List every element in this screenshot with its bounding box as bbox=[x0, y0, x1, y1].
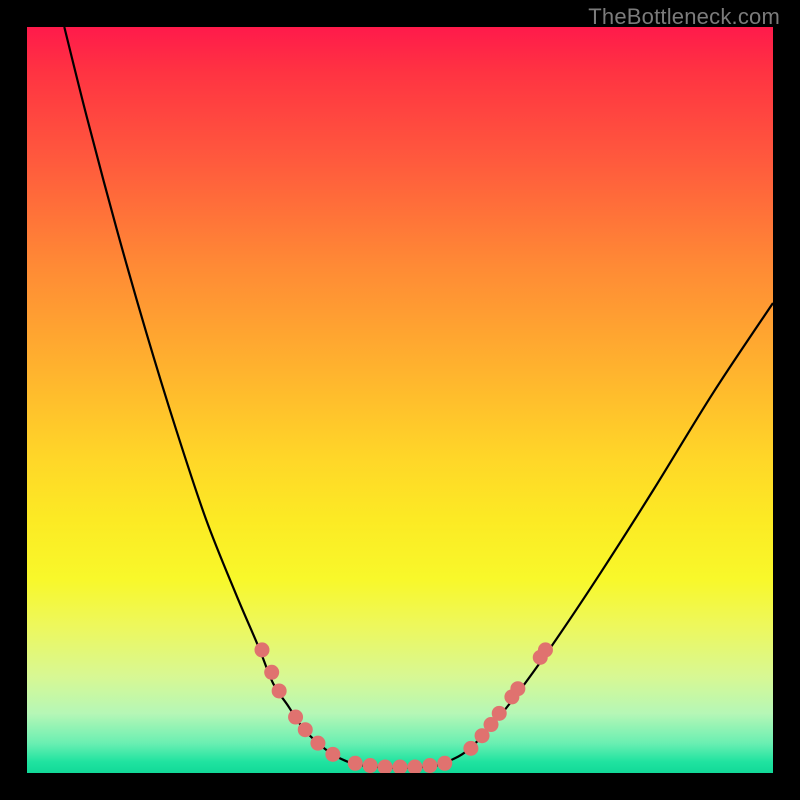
marker-dot bbox=[325, 747, 340, 762]
marker-dot bbox=[378, 760, 393, 773]
marker-dot bbox=[264, 665, 279, 680]
marker-dot bbox=[437, 756, 452, 771]
marker-dot bbox=[310, 736, 325, 751]
outer-frame: TheBottleneck.com bbox=[0, 0, 800, 800]
marker-group bbox=[254, 642, 552, 773]
watermark-text: TheBottleneck.com bbox=[588, 4, 780, 30]
marker-dot bbox=[272, 683, 287, 698]
marker-dot bbox=[407, 760, 422, 773]
marker-dot bbox=[463, 741, 478, 756]
marker-dot bbox=[288, 710, 303, 725]
marker-dot bbox=[538, 642, 553, 657]
marker-dot bbox=[363, 758, 378, 773]
marker-dot bbox=[393, 760, 408, 773]
marker-dot bbox=[492, 706, 507, 721]
chart-overlay bbox=[27, 27, 773, 773]
marker-dot bbox=[254, 642, 269, 657]
marker-dot bbox=[510, 681, 525, 696]
curve-group bbox=[64, 27, 773, 768]
marker-dot bbox=[422, 758, 437, 773]
marker-dot bbox=[348, 756, 363, 771]
marker-dot bbox=[298, 722, 313, 737]
right-curve-path bbox=[437, 303, 773, 766]
left-curve-path bbox=[64, 27, 362, 766]
